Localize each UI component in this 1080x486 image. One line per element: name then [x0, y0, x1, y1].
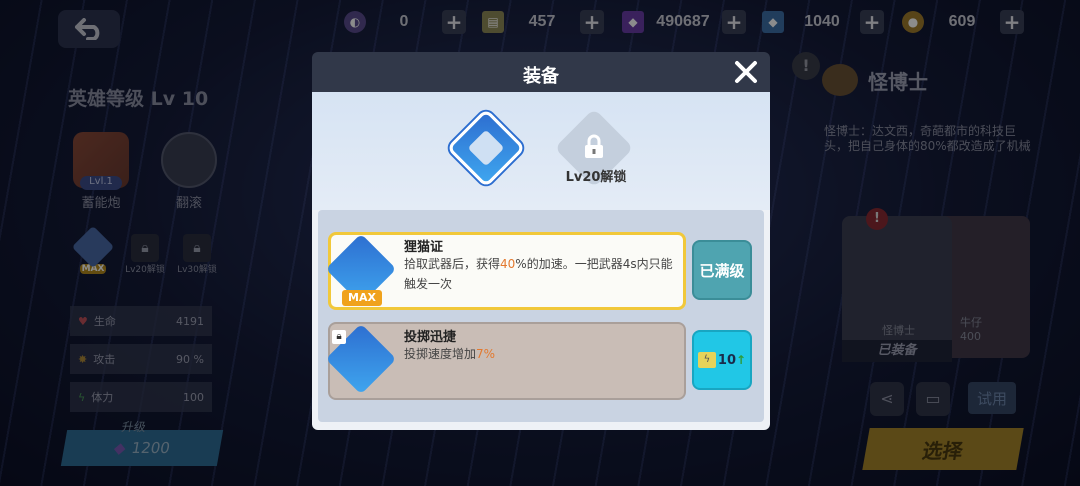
item-description: 拾取武器后，获得40%的加速。一把武器4s内只能触发一次	[404, 254, 680, 294]
item-title: 投掷迅捷	[404, 330, 457, 345]
ticket-icon: ϟ	[697, 352, 716, 368]
equipment-slots-area	[312, 92, 770, 210]
cost-value: 10	[717, 352, 737, 368]
unlock-cost-button[interactable]: ϟ 10 ↑	[692, 330, 752, 390]
modal-title: 装备	[523, 66, 559, 87]
desc-highlight: 40	[500, 257, 516, 271]
desc-text: 拾取武器后，获得	[404, 257, 501, 271]
close-icon[interactable]	[732, 58, 760, 86]
item-title: 狸猫证	[404, 240, 444, 255]
maxed-button[interactable]: 已满级	[692, 240, 752, 300]
lock-icon: 🔒︎	[332, 330, 346, 344]
desc-text: 投掷速度增加	[404, 347, 477, 361]
desc-highlight: 7%	[476, 347, 496, 361]
item-description: 投掷速度增加7%	[404, 344, 680, 364]
lock-icon	[585, 134, 603, 158]
cat-license-icon	[467, 129, 505, 167]
arrow-up-icon: ↑	[736, 353, 747, 367]
max-badge: MAX	[342, 290, 382, 306]
slot-lock-label: Lv20解锁	[565, 170, 627, 185]
